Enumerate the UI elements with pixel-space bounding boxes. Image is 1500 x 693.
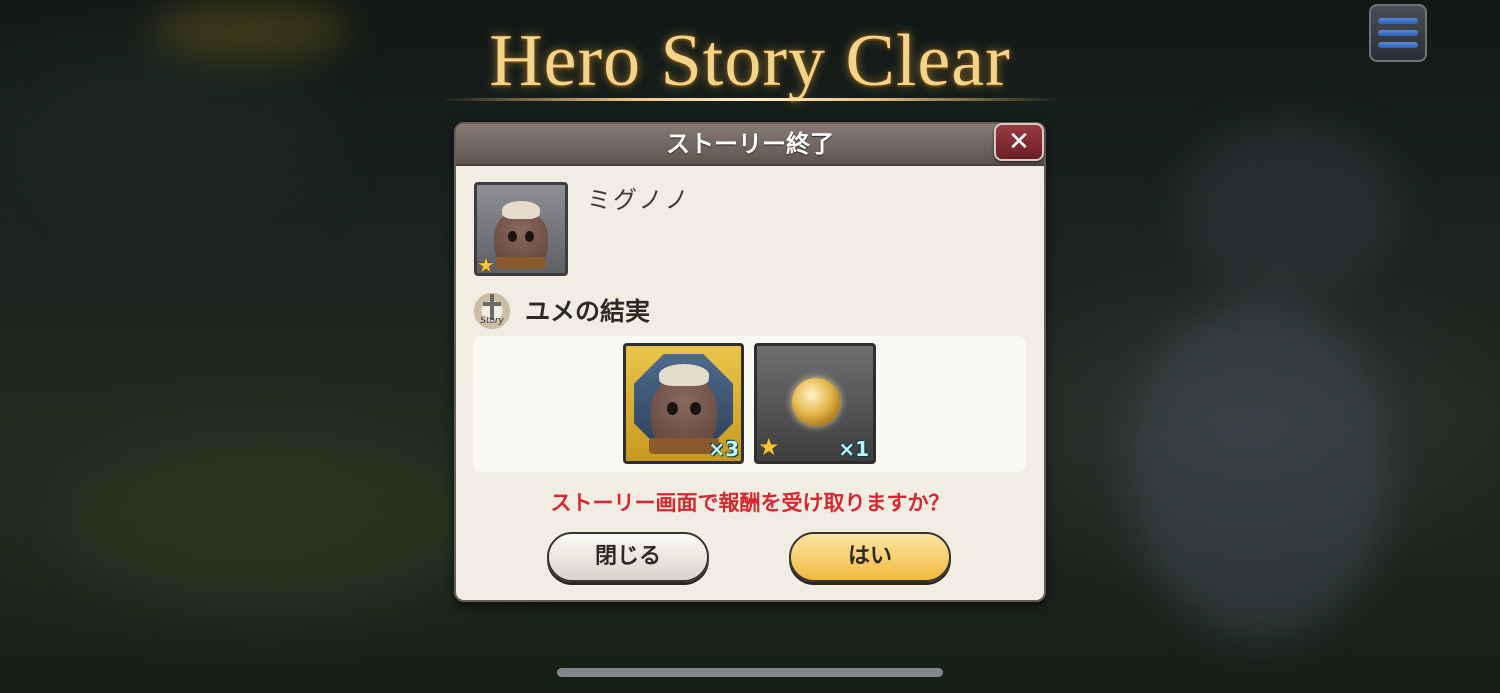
reward-quantity: ×1 [838,437,869,461]
dialog-header: ストーリー終了 [456,124,1044,166]
home-indicator[interactable] [557,668,943,677]
reward-panel [473,336,1026,472]
story-title: ユメの結実 [525,297,651,326]
hero-portrait[interactable]: ★ [474,182,568,276]
hamburger-menu-icon-bar [1378,30,1418,36]
close-icon: ✕ [1008,127,1030,157]
hamburger-menu-icon-bar [1378,42,1418,48]
hero-critter-art [486,197,556,273]
yes-button[interactable]: はい [789,532,951,582]
banner-title: Hero Story Clear [489,20,1011,102]
star-icon: ★ [758,433,780,461]
menu-button[interactable] [1369,4,1427,62]
gold-medal-icon [792,378,840,426]
close-button[interactable]: ✕ [994,123,1044,161]
dialog-title: ストーリー終了 [666,130,834,158]
reward-item-medal[interactable]: ★ ×1 [754,343,876,464]
hero-name: ミグノノ [587,186,691,214]
reward-prompt: ストーリー画面で報酬を受け取りますか？ [550,491,950,515]
story-clear-banner: Hero Story Clear [440,18,1060,108]
hamburger-menu-icon [1378,18,1418,24]
reward-item-hero[interactable]: ×3 [623,343,744,464]
story-sword-icon: Story [471,290,513,332]
story-icon-label: Story [480,316,504,326]
star-icon: ★ [477,253,495,276]
close-dialog-button[interactable]: 閉じる [547,532,709,582]
banner-underline [440,98,1060,101]
reward-quantity: ×3 [708,437,739,461]
